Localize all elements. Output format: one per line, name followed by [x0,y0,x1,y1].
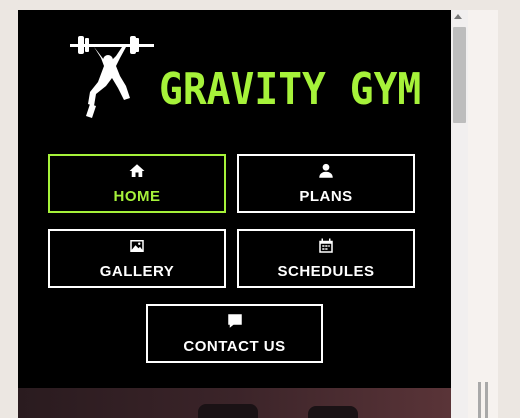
nav-contact-button[interactable]: CONTACT US [146,304,323,363]
nav-gallery-label: GALLERY [99,263,175,280]
hero-image [18,388,451,418]
resize-grip[interactable] [485,382,488,418]
window-background [498,0,520,418]
nav-home-label: HOME [113,188,161,205]
image-icon [130,240,144,252]
weightlifter-logo [70,36,154,118]
nav-home-button[interactable]: HOME [48,154,226,213]
vertical-scrollbar[interactable] [451,10,468,418]
home-icon [129,164,145,177]
nav-plans-label: PLANS [299,188,353,205]
nav-plans-button[interactable]: PLANS [237,154,415,213]
nav-schedules-button[interactable]: SCHEDULES [237,229,415,288]
scroll-thumb[interactable] [453,27,466,123]
window-gutter [0,0,18,418]
nav-contact-label: CONTACT US [183,338,286,355]
side-panel [468,10,498,418]
nav-schedules-label: SCHEDULES [277,263,375,280]
brand-title[interactable]: GRAVITY GYM [159,64,421,116]
calendar-icon [319,238,333,253]
scroll-up-arrow-icon[interactable] [454,14,462,19]
resize-grip[interactable] [478,382,481,418]
nav-gallery-button[interactable]: GALLERY [48,229,226,288]
site-page: GRAVITY GYM HOME PLANS GALLERY SCHEDULES… [18,10,451,418]
comment-icon [227,314,242,328]
user-icon [319,163,333,178]
